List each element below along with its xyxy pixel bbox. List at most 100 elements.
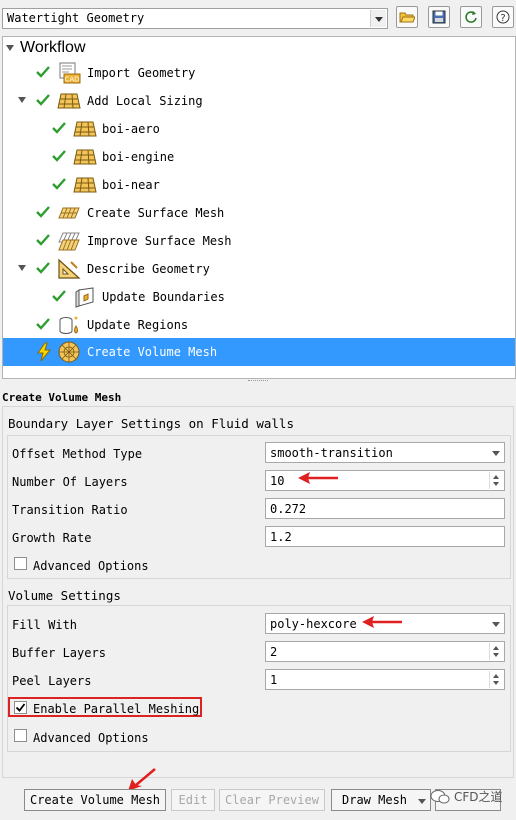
offset-method-select[interactable]: smooth-transition xyxy=(265,442,505,463)
surface-mesh-icon xyxy=(58,232,80,251)
chevron-down-icon[interactable] xyxy=(6,45,14,51)
boundary-icon xyxy=(75,287,94,308)
volume-mesh-icon xyxy=(58,341,80,363)
tree-item-label: Describe Geometry xyxy=(87,262,210,276)
check-icon xyxy=(36,262,50,274)
spinner-arrows-icon[interactable] xyxy=(489,671,503,688)
tree-item-label: Create Surface Mesh xyxy=(87,206,225,220)
chevron-down-icon[interactable] xyxy=(18,97,26,103)
clear-preview-label: Clear Preview xyxy=(225,793,319,807)
create-volume-mesh-button[interactable]: Create Volume Mesh xyxy=(24,789,166,811)
tree-item-create-surface-mesh[interactable]: Create Surface Mesh xyxy=(3,199,515,227)
help-icon: ? xyxy=(496,10,510,24)
vol-advanced-options-label: Advanced Options xyxy=(33,731,149,745)
buffer-layers-label: Buffer Layers xyxy=(12,646,106,660)
tree-item-update-regions[interactable]: Update Regions xyxy=(3,311,515,339)
spinner-arrows-icon[interactable] xyxy=(489,643,503,660)
workflow-type-value: Watertight Geometry xyxy=(7,11,145,25)
tree-item-describe-geometry[interactable]: Describe Geometry xyxy=(3,255,515,283)
mesh-grid-icon xyxy=(57,93,81,109)
fill-with-value: poly-hexcore xyxy=(270,617,357,631)
tree-item-improve-surface-mesh[interactable]: Improve Surface Mesh xyxy=(3,227,515,255)
splitter-handle[interactable] xyxy=(248,380,268,383)
transition-ratio-label: Transition Ratio xyxy=(12,503,128,517)
refresh-icon xyxy=(465,11,477,23)
workflow-tree: Workflow CAD Import Geometry Add Local S… xyxy=(2,36,516,379)
open-folder-icon xyxy=(399,12,415,23)
offset-method-value: smooth-transition xyxy=(270,446,393,460)
growth-rate-field[interactable]: 1.2 xyxy=(265,526,505,547)
volume-settings-group: Fill With poly-hexcore Buffer Layers 2 P… xyxy=(7,605,511,752)
num-layers-value: 10 xyxy=(270,474,285,488)
tree-item-update-boundaries[interactable]: Update Boundaries xyxy=(3,283,515,311)
edit-button[interactable]: Edit xyxy=(171,789,215,811)
growth-rate-label: Growth Rate xyxy=(12,531,92,545)
lightning-icon xyxy=(37,342,52,362)
tree-item-add-local-sizing[interactable]: Add Local Sizing xyxy=(3,87,515,115)
surface-mesh-icon xyxy=(58,207,80,219)
refresh-button[interactable] xyxy=(460,6,482,28)
check-icon xyxy=(52,290,66,302)
panel-title: Create Volume Mesh xyxy=(2,391,122,404)
tree-title: Workflow xyxy=(20,39,86,56)
geometry-triangle-icon xyxy=(58,258,81,279)
tree-item-boi-aero[interactable]: boi-aero xyxy=(3,115,515,143)
annotation-arrow-icon xyxy=(298,472,338,484)
help-button[interactable]: ? xyxy=(492,6,514,28)
watermark-text: CFD之道 xyxy=(454,790,503,804)
task-panel: Boundary Layer Settings on Fluid walls O… xyxy=(2,406,514,778)
open-folder-button[interactable] xyxy=(396,6,418,28)
chat-bubble-icon xyxy=(430,789,450,803)
growth-rate-value: 1.2 xyxy=(270,530,292,544)
bl-advanced-options-label: Advanced Options xyxy=(33,559,149,573)
transition-ratio-value: 0.272 xyxy=(270,502,307,516)
boundary-layer-heading: Boundary Layer Settings on Fluid walls xyxy=(8,416,294,431)
chevron-down-icon[interactable] xyxy=(18,265,26,271)
checkmark-icon xyxy=(15,703,26,712)
check-icon xyxy=(36,206,50,218)
edit-button-label: Edit xyxy=(178,793,208,807)
svg-text:CAD: CAD xyxy=(64,76,79,84)
tree-item-boi-engine[interactable]: boi-engine xyxy=(3,143,515,171)
watermark: CFD之道 xyxy=(430,788,503,805)
svg-text:?: ? xyxy=(500,13,505,24)
parallel-meshing-label: Enable Parallel Meshing xyxy=(33,702,200,716)
check-icon xyxy=(36,94,50,106)
chevron-down-icon[interactable] xyxy=(488,444,503,461)
mesh-grid-icon xyxy=(73,177,97,193)
mesh-grid-icon xyxy=(73,121,97,137)
draw-mesh-button[interactable]: Draw Mesh xyxy=(331,789,431,811)
chevron-down-icon[interactable] xyxy=(370,10,386,27)
create-button-label: Create Volume Mesh xyxy=(29,793,161,807)
tree-item-label: Import Geometry xyxy=(87,66,196,80)
clear-preview-button[interactable]: Clear Preview xyxy=(219,789,325,811)
tree-item-label: Create Volume Mesh xyxy=(87,345,218,359)
workflow-type-select[interactable]: Watertight Geometry xyxy=(2,8,388,29)
parallel-meshing-checkbox[interactable] xyxy=(14,701,27,714)
num-layers-label: Number Of Layers xyxy=(12,475,128,489)
tree-item-label: Improve Surface Mesh xyxy=(87,234,232,248)
peel-layers-spinner[interactable]: 1 xyxy=(265,669,505,690)
check-icon xyxy=(36,234,50,246)
fill-with-label: Fill With xyxy=(12,618,78,632)
transition-ratio-field[interactable]: 0.272 xyxy=(265,498,505,519)
save-button[interactable] xyxy=(428,6,450,28)
buffer-layers-spinner[interactable]: 2 xyxy=(265,641,505,662)
tree-item-create-volume-mesh[interactable]: Create Volume Mesh xyxy=(3,338,515,366)
tree-item-import-geometry[interactable]: CAD Import Geometry xyxy=(3,59,515,87)
save-icon xyxy=(432,10,446,24)
check-icon xyxy=(52,122,66,134)
check-icon xyxy=(36,318,50,330)
chevron-down-icon[interactable] xyxy=(488,615,503,632)
tree-root[interactable]: Workflow xyxy=(3,37,303,59)
vol-advanced-options-checkbox[interactable] xyxy=(14,729,27,742)
spinner-arrows-icon[interactable] xyxy=(489,472,503,489)
tree-item-boi-near[interactable]: boi-near xyxy=(3,171,515,199)
chevron-down-icon[interactable] xyxy=(418,799,426,804)
draw-mesh-label: Draw Mesh xyxy=(342,793,408,807)
bl-advanced-options-checkbox[interactable] xyxy=(14,557,27,570)
boundary-layer-group: Offset Method Type smooth-transition Num… xyxy=(7,435,511,579)
peel-layers-value: 1 xyxy=(270,673,278,687)
annotation-arrow-icon xyxy=(362,616,402,628)
tree-item-label: boi-engine xyxy=(102,150,175,164)
